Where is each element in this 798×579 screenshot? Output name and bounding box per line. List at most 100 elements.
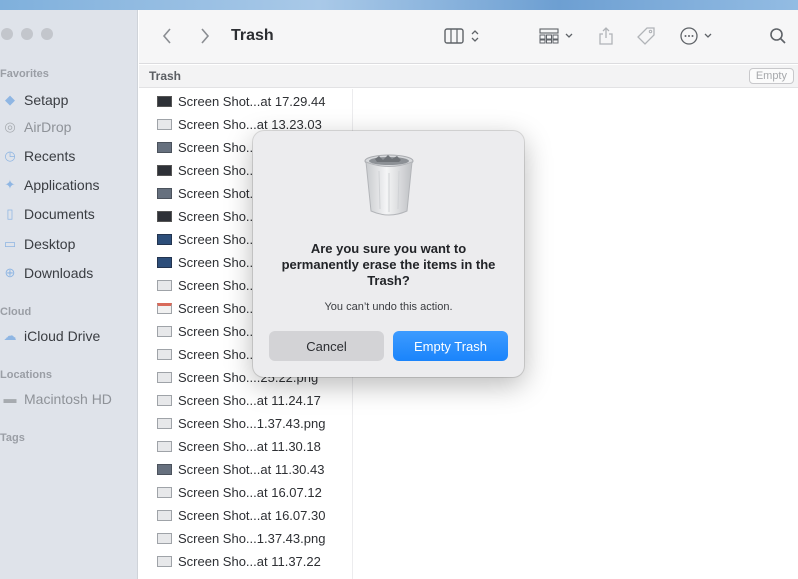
list-item[interactable]: Screen Shot...at 11.30.43 (139, 458, 353, 481)
file-name: Screen Sho... (178, 324, 257, 339)
sidebar-item-macintosh-hd[interactable]: ▬ Macintosh HD (0, 388, 112, 410)
close-window-button[interactable] (1, 28, 13, 40)
sidebar-item-label: Desktop (24, 236, 76, 252)
sidebar-item-applications[interactable]: ✦ Applications (0, 174, 100, 196)
applications-icon: ✦ (4, 177, 16, 192)
screenshot-thumbnail-icon (157, 234, 172, 245)
document-icon: ▯ (6, 206, 14, 221)
screenshot-thumbnail-icon (157, 142, 172, 153)
list-item[interactable]: Screen Sho...1.37.43.png (139, 527, 353, 550)
screenshot-thumbnail-icon (157, 188, 172, 199)
sidebar-item-recents[interactable]: ◷ Recents (0, 145, 75, 167)
screenshot-thumbnail-icon (157, 303, 172, 314)
sidebar-section-locations: Locations (0, 369, 52, 381)
sidebar-item-downloads[interactable]: ⊕ Downloads (0, 262, 94, 284)
list-item[interactable]: Screen Shot...at 17.29.44 (139, 90, 353, 113)
sidebar-section-tags: Tags (0, 432, 25, 444)
file-name: Screen Sho...1.37.43.png (178, 531, 326, 546)
download-icon: ⊕ (4, 265, 16, 280)
sidebar-item-label: Macintosh HD (24, 391, 112, 407)
list-item[interactable]: Screen Shot...at 16.07.30 (139, 504, 353, 527)
list-item[interactable]: Screen Sho...1.37.43.png (139, 412, 353, 435)
file-name: Screen Sho... (178, 255, 257, 270)
setapp-icon: ◆ (5, 92, 15, 107)
empty-trash-bar-button[interactable]: Empty (748, 68, 794, 84)
window-title: Trash (231, 27, 274, 44)
cancel-button[interactable]: Cancel (269, 331, 384, 361)
dialog-message: You can’t undo this action. (324, 301, 453, 313)
sidebar-item-airdrop[interactable]: ◎ AirDrop (0, 116, 71, 138)
airdrop-icon: ◎ (4, 119, 16, 134)
screenshot-thumbnail-icon (157, 487, 172, 498)
share-icon (599, 27, 613, 45)
screenshot-thumbnail-icon (157, 119, 172, 130)
dialog-title: Are you sure you want to permanently era… (281, 241, 496, 288)
sidebar-item-setapp[interactable]: ◆ Setapp (0, 89, 68, 111)
screenshot-thumbnail-icon (157, 464, 172, 475)
finder-window: Favorites ◆ Setapp ◎ AirDrop ◷ Recents ✦… (0, 10, 798, 579)
file-name: Screen Sho... (178, 209, 257, 224)
file-name: Screen Shot...at 11.30.43 (178, 462, 325, 477)
screenshot-thumbnail-icon (157, 165, 172, 176)
sidebar-item-label: Recents (24, 148, 76, 164)
list-item[interactable]: Screen Sho...at 11.24.17 (139, 389, 353, 412)
zoom-window-button[interactable] (41, 28, 53, 40)
screenshot-thumbnail-icon (157, 556, 172, 567)
disk-icon: ▬ (3, 391, 17, 406)
view-mode-button[interactable] (441, 24, 485, 48)
desktop-icon: ▭ (3, 236, 17, 251)
screenshot-thumbnail-icon (157, 510, 172, 521)
sidebar-item-icloud-drive[interactable]: ☁ iCloud Drive (0, 325, 101, 347)
file-name: Screen Sho...1.37.43.png (178, 416, 326, 431)
forward-button[interactable] (195, 24, 215, 48)
trash-can-icon (364, 154, 414, 216)
chevron-right-icon (201, 28, 210, 44)
file-name: Screen Sho...at 16.07.12 (178, 485, 322, 500)
path-bar: Trash Empty (139, 65, 798, 88)
tag-icon (637, 27, 655, 45)
columns-view-icon (444, 28, 479, 44)
chevron-left-icon (162, 28, 171, 44)
file-name: Screen Sho... (178, 140, 257, 155)
file-name: Screen Sho...at 13.23.03 (178, 117, 322, 132)
screenshot-thumbnail-icon (157, 211, 172, 222)
file-name: Screen Sho... (178, 232, 257, 247)
share-button[interactable] (595, 24, 617, 48)
window-controls (0, 28, 53, 40)
sidebar-section-favorites: Favorites (0, 68, 49, 80)
grid-group-icon (539, 28, 573, 44)
cloud-icon: ☁ (3, 328, 17, 343)
list-item[interactable]: Screen Sho...at 11.37.22 (139, 550, 353, 573)
screenshot-thumbnail-icon (157, 96, 172, 107)
more-actions-button[interactable] (678, 24, 718, 48)
file-name: Screen Sho... (178, 163, 257, 178)
group-by-button[interactable] (537, 24, 579, 48)
screenshot-thumbnail-icon (157, 441, 172, 452)
ellipsis-circle-icon (680, 27, 712, 45)
back-button[interactable] (157, 24, 177, 48)
sidebar-item-documents[interactable]: ▯ Documents (0, 203, 94, 225)
path-label: Trash (149, 69, 182, 83)
file-name: Screen Sho... (178, 278, 257, 293)
screenshot-thumbnail-icon (157, 349, 172, 360)
file-name: Screen Sho... (178, 347, 257, 362)
screenshot-thumbnail-icon (157, 418, 172, 429)
file-name: Screen Sho...at 11.30.18 (178, 439, 321, 454)
list-item[interactable]: Screen Sho...at 11.30.18 (139, 435, 353, 458)
empty-trash-button[interactable]: Empty Trash (393, 331, 508, 361)
file-name: Screen Sho...at 11.24.17 (178, 393, 321, 408)
list-item[interactable]: Screen Sho...at 16.07.12 (139, 481, 353, 504)
sidebar-item-label: Setapp (24, 92, 69, 108)
tag-button[interactable] (634, 24, 658, 48)
clock-icon: ◷ (4, 148, 16, 163)
file-name: Screen Shot... (178, 186, 261, 201)
search-button[interactable] (767, 24, 789, 48)
screenshot-thumbnail-icon (157, 395, 172, 406)
file-name: Screen Shot...at 16.07.30 (178, 508, 326, 523)
minimize-window-button[interactable] (21, 28, 33, 40)
file-name: Screen Sho...at 11.37.22 (178, 554, 321, 569)
sidebar-item-desktop[interactable]: ▭ Desktop (0, 233, 76, 255)
screenshot-thumbnail-icon (157, 326, 172, 337)
sidebar-section-cloud: Cloud (0, 306, 32, 318)
search-icon (770, 28, 786, 44)
